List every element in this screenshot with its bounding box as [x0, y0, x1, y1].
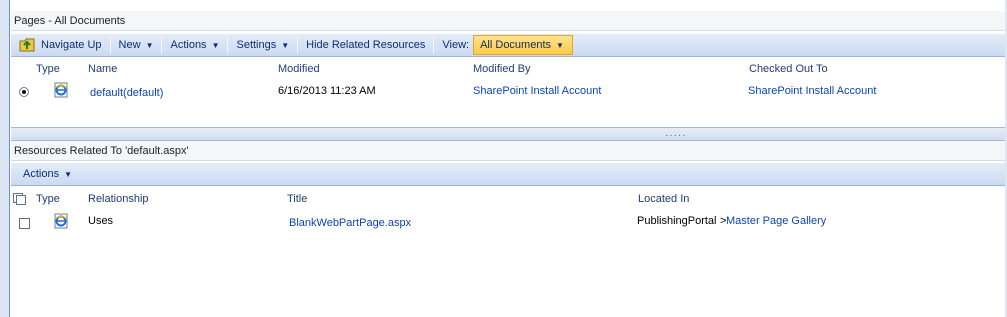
folder-up-icon	[19, 38, 35, 52]
column-header-name[interactable]: Name	[88, 63, 117, 75]
actions-menu-label: Actions	[170, 39, 207, 51]
table-row[interactable]: default(default) 6/16/2013 11:23 AM Shar…	[11, 80, 1007, 102]
hide-related-resources-button[interactable]: Hide Related Resources	[298, 34, 433, 56]
chevron-down-icon: ▼	[211, 40, 220, 50]
page-modified-by-link[interactable]: SharePoint Install Account	[473, 85, 601, 97]
settings-menu-label: Settings	[236, 39, 277, 51]
view-selector-dropdown[interactable]: All Documents ▼	[473, 35, 573, 55]
column-header-modified-by[interactable]: Modified By	[473, 63, 530, 75]
column-header-relationship[interactable]: Relationship	[88, 193, 149, 205]
chevron-down-icon: ▼	[64, 169, 72, 179]
column-header-type[interactable]: Type	[36, 63, 60, 75]
splitter-grip-icon[interactable]: ·····	[665, 130, 687, 141]
chevron-down-icon: ▼	[556, 40, 564, 50]
page-modified-date: 6/16/2013 11:23 AM	[278, 85, 376, 97]
settings-menu-button[interactable]: Settings ▼	[228, 34, 297, 56]
resource-title-link[interactable]: BlankWebPartPage.aspx	[289, 217, 411, 229]
view-selector-value: All Documents	[480, 39, 552, 51]
row-select-checkbox[interactable]	[19, 218, 30, 229]
row-select-radio[interactable]	[19, 87, 29, 97]
column-header-checked-out-to[interactable]: Checked Out To	[749, 63, 828, 75]
chevron-down-icon: ▼	[145, 40, 154, 50]
related-resources-title: Resources Related To 'default.aspx'	[11, 141, 1007, 161]
location-site: PublishingPortal	[637, 215, 717, 227]
navigate-up-label: Navigate Up	[41, 39, 102, 51]
view-label: View:	[442, 39, 470, 51]
resources-actions-menu-button[interactable]: Actions ▼	[11, 163, 80, 185]
left-navigation-rail	[0, 0, 10, 317]
navigate-up-button[interactable]: Navigate Up	[11, 34, 110, 56]
new-menu-button[interactable]: New ▼	[111, 34, 162, 56]
resources-toolbar: Actions ▼	[11, 162, 1007, 186]
column-header-modified[interactable]: Modified	[278, 63, 320, 75]
select-all-icon[interactable]	[13, 193, 27, 205]
pages-pane-title: Pages - All Documents	[11, 11, 1007, 31]
relationship-value: Uses	[88, 215, 114, 227]
actions-menu-button[interactable]: Actions ▼	[162, 34, 227, 56]
resources-actions-label: Actions	[23, 168, 60, 180]
column-header-located-in[interactable]: Located In	[638, 193, 689, 205]
column-header-type[interactable]: Type	[36, 193, 60, 205]
new-menu-label: New	[118, 39, 141, 51]
hide-related-resources-label: Hide Related Resources	[306, 39, 426, 51]
column-header-title[interactable]: Title	[287, 193, 307, 205]
chevron-down-icon: ▼	[281, 40, 290, 50]
ie-page-icon	[54, 213, 68, 229]
location-list-link[interactable]: Master Page Gallery	[726, 215, 826, 227]
table-row[interactable]: Uses BlankWebPartPage.aspx PublishingPor…	[11, 210, 1007, 232]
pages-column-header-row: Type Name Modified Modified By Checked O…	[11, 60, 1007, 77]
ie-page-icon	[54, 82, 68, 98]
resources-column-header-row: Type Relationship Title Located In	[11, 190, 1007, 207]
pages-toolbar: Navigate Up New ▼ Actions ▼ Settings ▼ Hide…	[11, 33, 1007, 57]
pane-splitter[interactable]: ·····	[11, 127, 1007, 141]
page-checked-out-to-link[interactable]: SharePoint Install Account	[748, 85, 876, 97]
page-name-link[interactable]: default(default)	[90, 87, 163, 99]
